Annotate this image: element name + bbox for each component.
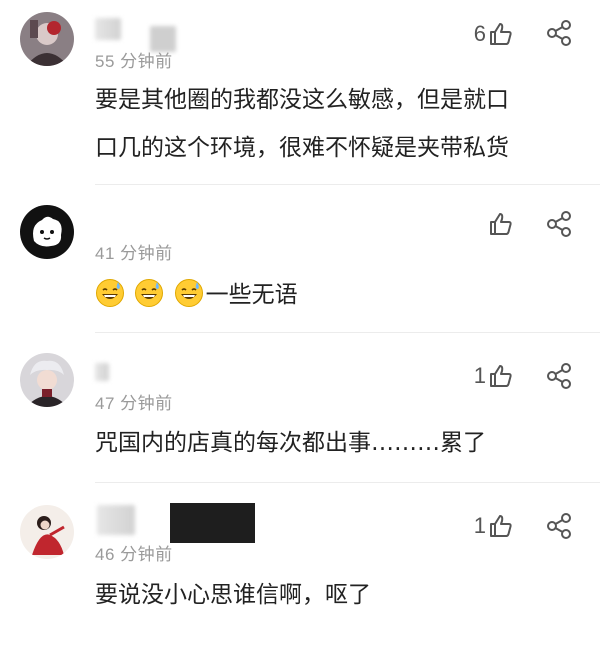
like-button[interactable]: 1 bbox=[472, 361, 514, 391]
like-button[interactable]: 1 bbox=[472, 511, 514, 541]
like-button[interactable]: 6 bbox=[472, 19, 514, 49]
username-redacted bbox=[97, 505, 135, 535]
sweat-smile-emoji bbox=[96, 279, 124, 307]
comment-item: 47 分钟前 1 咒国内的店真的每次都出事………累了 bbox=[0, 333, 600, 483]
comment-text-body: 咒国内的店真的每次都出事………累了 bbox=[95, 430, 486, 456]
comment-text: 要是其他圈的我都没这么敏感，但是就口 口几的这个环境，很难不怀疑是夹带私货 bbox=[95, 76, 580, 172]
thumbs-up-icon bbox=[490, 515, 512, 537]
share-icon[interactable] bbox=[544, 361, 574, 391]
thumbs-up-icon bbox=[490, 365, 512, 387]
sweat-smile-emoji bbox=[174, 279, 203, 307]
sweat-smile-emoji bbox=[135, 279, 164, 307]
avatar[interactable] bbox=[20, 12, 74, 66]
like-count: 1 bbox=[473, 363, 486, 388]
thumbs-up-icon bbox=[490, 23, 512, 45]
username-redacted bbox=[95, 18, 121, 40]
comment-text: 咒国内的店真的每次都出事………累了 bbox=[95, 419, 580, 467]
comment-item: 46 分钟前 1 要说没小心思谁信啊，呕了 bbox=[0, 483, 600, 649]
comment-text-body: 要说没小心思谁信啊，呕了 bbox=[95, 582, 371, 608]
comment-time: 47 分钟前 bbox=[95, 394, 173, 413]
avatar[interactable] bbox=[20, 205, 74, 259]
comment-item: 41 分钟前 一些无语 bbox=[0, 185, 600, 333]
like-count: 1 bbox=[473, 513, 486, 538]
share-icon[interactable] bbox=[544, 209, 574, 239]
like-button[interactable] bbox=[472, 209, 514, 239]
username-redacted bbox=[95, 363, 109, 381]
comment-text: 一些无语 bbox=[95, 271, 580, 319]
comment-text-line: 口几的这个环境，很难不怀疑是夹带私货 bbox=[95, 135, 509, 161]
comment-time: 46 分钟前 bbox=[95, 545, 173, 564]
comment-time: 55 分钟前 bbox=[95, 52, 173, 71]
comment-item: 55 分钟前 6 要是其他圈的我都没这么敏感，但是就口 口几的这个环境，很难不怀… bbox=[0, 0, 600, 185]
share-icon[interactable] bbox=[544, 511, 574, 541]
comment-text-line: 要是其他圈的我都没这么敏感，但是就口 bbox=[95, 87, 509, 113]
avatar[interactable] bbox=[20, 505, 74, 559]
comment-text-body: 一些无语 bbox=[205, 282, 298, 308]
thumbs-up-icon bbox=[490, 213, 512, 235]
avatar[interactable] bbox=[20, 353, 74, 407]
username-redacted bbox=[170, 503, 255, 543]
comment-text: 要说没小心思谁信啊，呕了 bbox=[95, 571, 580, 619]
comment-time: 41 分钟前 bbox=[95, 244, 173, 263]
share-icon[interactable] bbox=[544, 18, 574, 48]
like-count: 6 bbox=[473, 21, 486, 46]
